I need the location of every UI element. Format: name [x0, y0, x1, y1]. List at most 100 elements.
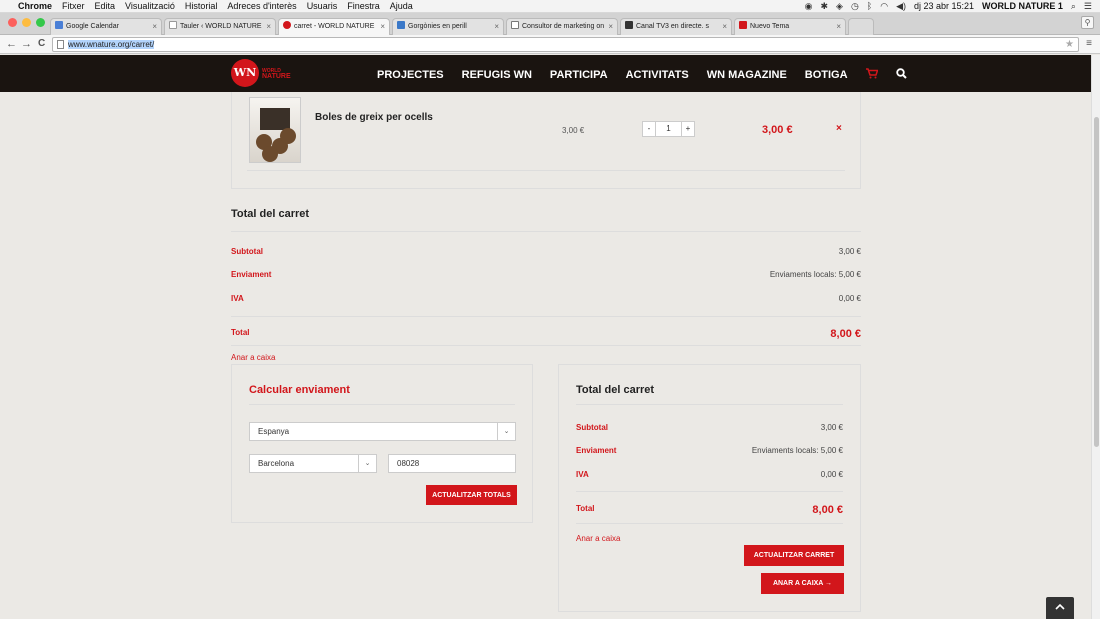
forward-button[interactable]: →	[21, 37, 32, 51]
tab-google-calendar[interactable]: Google Calendar ×	[50, 18, 162, 35]
menu-fitxer[interactable]: Fitxer	[62, 0, 85, 13]
menu-adreces[interactable]: Adreces d'interès	[227, 0, 296, 13]
new-tab-button[interactable]	[848, 18, 874, 35]
nav-refugis[interactable]: REFUGIS WN	[462, 69, 532, 81]
line-total: 3,00 €	[762, 124, 793, 136]
share-icon[interactable]: ✱	[820, 0, 828, 13]
update-totals-button[interactable]: ACTUALITZAR TOTALS	[426, 485, 517, 505]
proceed-checkout-button[interactable]: ANAR A CAIXA →	[761, 573, 844, 594]
unit-price: 3,00 €	[562, 126, 585, 135]
qty-input[interactable]: 1	[656, 121, 681, 137]
update-cart-button[interactable]: ACTUALITZAR CARRET	[744, 545, 844, 566]
chevron-up-icon	[1055, 603, 1065, 610]
status-app-icon[interactable]: ◉	[805, 0, 813, 13]
close-tab-icon[interactable]: ×	[608, 19, 613, 34]
shipping-calculator: Calcular enviament Espanya ⌄ Barcelona ⌄…	[231, 364, 533, 523]
shipping-calc-title[interactable]: Calcular enviament	[249, 384, 350, 396]
b-logo-icon	[511, 21, 519, 29]
nav-magazine[interactable]: WN MAGAZINE	[707, 69, 787, 81]
menu-visualitzacio[interactable]: Visualització	[125, 0, 175, 13]
box-vat-label: IVA	[576, 470, 589, 479]
tv3-icon	[625, 21, 633, 29]
menu-edita[interactable]: Edita	[95, 0, 116, 13]
product-image[interactable]	[249, 97, 301, 163]
nav-projectes[interactable]: PROJECTES	[377, 69, 444, 81]
box-vat-value: 0,00 €	[820, 470, 843, 479]
scroll-to-top-button[interactable]	[1046, 597, 1074, 619]
spotlight-icon[interactable]: ⌕	[1071, 0, 1076, 13]
dropbox-icon[interactable]: ◈	[836, 0, 843, 13]
box-shipping-value: Enviaments locals: 5,00 €	[751, 446, 843, 455]
back-button[interactable]: ←	[6, 37, 17, 51]
quantity-stepper: - 1 +	[642, 121, 695, 137]
wn-logo[interactable]: WN	[231, 59, 259, 87]
chrome-menu-icon[interactable]: ≡	[1086, 38, 1092, 49]
user-name[interactable]: WORLD NATURE 1	[982, 0, 1063, 13]
bluetooth-icon[interactable]: ᛒ	[867, 0, 872, 13]
close-tab-icon[interactable]: ×	[836, 19, 841, 34]
wifi-icon[interactable]: ◠	[880, 0, 888, 13]
tab-nuevo-tema[interactable]: Nuevo Tema ×	[734, 18, 846, 35]
clock[interactable]: dj 23 abr 15:21	[914, 0, 974, 13]
menu-usuaris[interactable]: Usuaris	[307, 0, 338, 13]
tab-strip: Google Calendar × Tauler ‹ WORLD NATURE × …	[0, 13, 1100, 35]
tab-consultor[interactable]: Consultor de marketing on ×	[506, 18, 618, 35]
box-checkout-link[interactable]: Anar a caixa	[576, 534, 620, 543]
qty-plus-button[interactable]: +	[681, 121, 695, 137]
nav-botiga[interactable]: BOTIGA	[805, 69, 848, 81]
vat-value: 0,00 €	[838, 294, 861, 303]
tab-tauler[interactable]: Tauler ‹ WORLD NATURE ×	[164, 18, 276, 35]
reload-button[interactable]: C	[38, 37, 45, 51]
menu-finestra[interactable]: Finestra	[347, 0, 380, 13]
cart-icon[interactable]	[865, 68, 879, 82]
profile-icon[interactable]: ⚲	[1081, 16, 1094, 29]
close-tab-icon[interactable]: ×	[722, 19, 727, 34]
url-text[interactable]: www.wnature.org/carret/	[68, 40, 155, 49]
checkout-link[interactable]: Anar a caixa	[231, 353, 275, 362]
close-tab-icon[interactable]: ×	[152, 19, 157, 34]
close-window-icon[interactable]	[8, 18, 17, 27]
calendar-icon	[55, 21, 63, 29]
shipping-label: Enviament	[231, 270, 272, 279]
remove-item-icon[interactable]: ×	[836, 123, 842, 134]
wn-favicon-icon	[739, 21, 747, 29]
logo-text[interactable]: WORLD NATURE	[262, 68, 291, 80]
qty-minus-button[interactable]: -	[642, 121, 656, 137]
box-total-value: 8,00 €	[812, 504, 843, 516]
postcode-input[interactable]: 08028	[388, 454, 516, 473]
minimize-window-icon[interactable]	[22, 18, 31, 27]
zoom-window-icon[interactable]	[36, 18, 45, 27]
timemachine-icon[interactable]: ◷	[851, 0, 859, 13]
scrollbar-thumb[interactable]	[1094, 117, 1099, 447]
nav-activitats[interactable]: ACTIVITATS	[626, 69, 689, 81]
volume-icon[interactable]: ◀)	[896, 0, 906, 13]
total-label: Total	[231, 328, 250, 337]
address-bar[interactable]: www.wnature.org/carret/ ★	[52, 37, 1079, 52]
bookmark-star-icon[interactable]: ★	[1065, 38, 1074, 51]
site-header: WN WORLD NATURE PROJECTES REFUGIS WN PAR…	[0, 55, 1091, 92]
close-tab-icon[interactable]: ×	[380, 19, 385, 34]
tab-carret[interactable]: carret - WORLD NATURE ×	[278, 18, 390, 35]
country-select[interactable]: Espanya ⌄	[249, 422, 516, 441]
tab-canal-tv3[interactable]: Canal TV3 en directe. s ×	[620, 18, 732, 35]
page-icon	[57, 40, 64, 49]
nav-participa[interactable]: PARTICIPA	[550, 69, 608, 81]
notification-center-icon[interactable]: ☰	[1084, 0, 1092, 13]
menu-historial[interactable]: Historial	[185, 0, 218, 13]
product-name[interactable]: Boles de greix per ocells	[315, 112, 433, 123]
close-tab-icon[interactable]: ×	[494, 19, 499, 34]
search-icon[interactable]	[895, 68, 907, 82]
close-tab-icon[interactable]: ×	[266, 19, 271, 34]
cart-totals-box: Total del carret Subtotal 3,00 € Enviame…	[558, 364, 861, 612]
chevron-down-icon: ⌄	[358, 455, 376, 472]
province-select[interactable]: Barcelona ⌄	[249, 454, 377, 473]
total-value: 8,00 €	[830, 328, 861, 340]
menu-chrome[interactable]: Chrome	[18, 0, 52, 13]
cart-totals-title: Total del carret	[231, 208, 310, 220]
window-controls	[8, 18, 45, 27]
menu-ajuda[interactable]: Ajuda	[390, 0, 413, 13]
subtotal-value: 3,00 €	[838, 247, 861, 256]
tab-gorgonies[interactable]: Gorgònies en perill ×	[392, 18, 504, 35]
page-scrollbar[interactable]	[1091, 55, 1100, 619]
box-subtotal-value: 3,00 €	[820, 423, 843, 432]
